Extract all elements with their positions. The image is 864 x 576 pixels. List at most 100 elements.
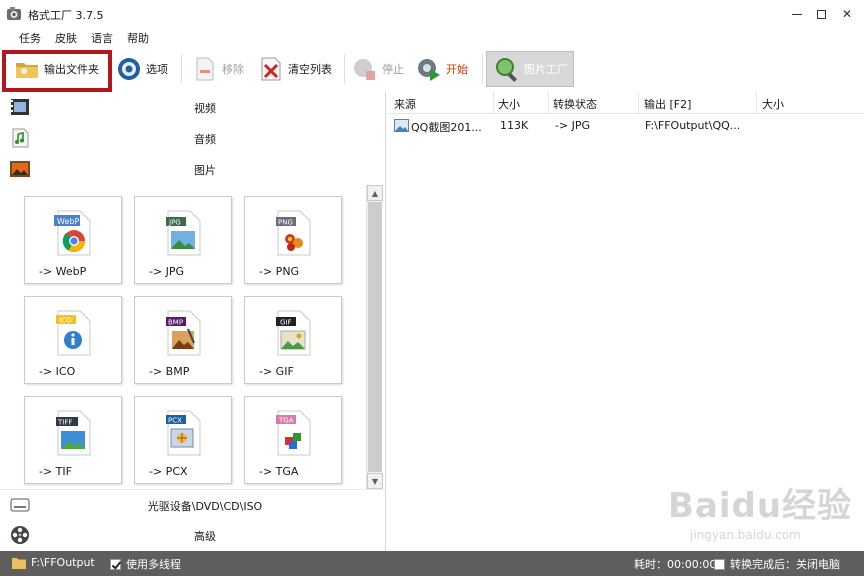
minimize-icon bbox=[792, 13, 802, 15]
column-divider bbox=[638, 92, 639, 114]
options-gear-icon bbox=[118, 58, 140, 80]
menu-skin[interactable]: 皮肤 bbox=[48, 30, 84, 46]
jpg-icon: JPG bbox=[166, 210, 201, 256]
remove-label: 移除 bbox=[222, 63, 244, 76]
format-tga-tile[interactable]: TGA -> TGA bbox=[244, 396, 342, 484]
tif-tag-text: TIFF bbox=[57, 419, 72, 427]
stop-button[interactable]: 停止 bbox=[352, 53, 404, 85]
row-source: QQ截图201... bbox=[411, 121, 482, 134]
category-video[interactable]: 视频 bbox=[0, 92, 386, 123]
stop-icon bbox=[354, 59, 375, 80]
category-audio-label: 音频 bbox=[194, 133, 216, 146]
clear-list-button[interactable]: 清空列表 bbox=[258, 53, 332, 85]
output-path-text: F:\FFOutput bbox=[31, 556, 95, 569]
column-output-size[interactable]: 大小 bbox=[762, 96, 784, 112]
output-path-link[interactable]: F:\FFOutput bbox=[12, 556, 95, 569]
category-advanced[interactable]: 高级 bbox=[0, 520, 386, 551]
pcx-icon: PCX bbox=[166, 410, 201, 456]
elapsed-time: 耗时：00:00:00 bbox=[634, 556, 716, 572]
menu-help[interactable]: 帮助 bbox=[120, 30, 156, 46]
remove-file-icon bbox=[196, 57, 214, 81]
image-file-icon bbox=[394, 119, 409, 132]
after-done-checkbox[interactable]: 转换完成后：关闭电脑 bbox=[714, 556, 840, 572]
output-folder-icon bbox=[12, 557, 26, 569]
gif-icon: GIF bbox=[276, 310, 311, 356]
format-tga-label: -> TGA bbox=[259, 465, 299, 478]
category-optical-label: 光驱设备\DVD\CD\ISO bbox=[147, 500, 263, 513]
task-list: 来源 大小 转换状态 输出 [F2] 大小 QQ截图201... 113K ->… bbox=[388, 92, 864, 551]
elapsed-time-text: 耗时：00:00:00 bbox=[634, 558, 717, 571]
after-done-label: 转换完成后：关闭电脑 bbox=[730, 558, 840, 571]
status-bar: F:\FFOutput 使用多线程 耗时：00:00:00 转换完成后：关闭电脑 bbox=[0, 551, 864, 576]
column-divider bbox=[493, 92, 494, 114]
bmp-icon: BMP bbox=[166, 310, 201, 356]
row-output: F:\FFOutput\QQ... bbox=[645, 119, 741, 132]
tga-tag-text: TGA bbox=[278, 417, 294, 425]
watermark-url: jingyan.baidu.com bbox=[690, 528, 801, 542]
column-divider bbox=[548, 92, 549, 114]
menu-task[interactable]: 任务 bbox=[12, 30, 48, 46]
webp-icon: WebP bbox=[54, 210, 91, 256]
options-button[interactable]: 选项 bbox=[116, 53, 168, 85]
scroll-down-icon[interactable]: ▼ bbox=[367, 473, 383, 489]
after-done-check-icon[interactable] bbox=[714, 558, 725, 570]
task-list-header: 来源 大小 转换状态 输出 [F2] 大小 bbox=[388, 92, 864, 114]
column-source[interactable]: 来源 bbox=[394, 96, 416, 112]
category-optical[interactable]: 光驱设备\DVD\CD\ISO bbox=[0, 489, 386, 520]
menu-bar: 任务 皮肤 语言 帮助 bbox=[0, 28, 864, 48]
webp-tag-text: WebP bbox=[57, 217, 79, 226]
app-icon bbox=[7, 7, 21, 20]
png-icon: PNG bbox=[276, 210, 311, 256]
category-audio[interactable]: 音频 bbox=[0, 123, 386, 154]
watermark-text: Baidu经验 bbox=[668, 486, 853, 526]
format-gif-tile[interactable]: GIF -> GIF bbox=[244, 296, 342, 384]
start-icon bbox=[418, 59, 440, 81]
format-webp-tile[interactable]: WebP -> WebP bbox=[24, 196, 122, 284]
format-bmp-tile[interactable]: BMP -> BMP bbox=[134, 296, 232, 384]
baidu-watermark: Baidu经验 jingyan.baidu.com bbox=[668, 478, 858, 548]
close-button[interactable]: ✕ bbox=[832, 4, 862, 24]
toolbar-divider bbox=[482, 54, 483, 84]
category-video-label: 视频 bbox=[194, 102, 216, 115]
annotation-highlight-box bbox=[2, 50, 112, 92]
format-ico-tile[interactable]: ICO -> ICO bbox=[24, 296, 122, 384]
toolbar-divider bbox=[344, 54, 345, 84]
clear-list-icon bbox=[261, 57, 281, 81]
maximize-icon bbox=[816, 9, 826, 19]
scroll-up-icon[interactable]: ▲ bbox=[367, 185, 383, 201]
format-scrollbar[interactable]: ▲ ▼ bbox=[366, 185, 383, 489]
column-output[interactable]: 输出 [F2] bbox=[644, 96, 691, 112]
multithread-checkbox[interactable]: 使用多线程 bbox=[110, 556, 181, 572]
format-tif-tile[interactable]: TIFF -> TIF bbox=[24, 396, 122, 484]
ico-icon: ICO bbox=[56, 310, 91, 356]
remove-button[interactable]: 移除 bbox=[192, 53, 244, 85]
format-png-label: -> PNG bbox=[259, 265, 300, 278]
column-divider bbox=[756, 92, 757, 114]
category-image[interactable]: 图片 bbox=[0, 154, 386, 185]
format-jpg-tile[interactable]: JPG -> JPG bbox=[134, 196, 232, 284]
row-size: 113K bbox=[500, 119, 529, 132]
format-pcx-tile[interactable]: PCX -> PCX bbox=[134, 396, 232, 484]
multithread-label: 使用多线程 bbox=[126, 558, 181, 571]
format-png-tile[interactable]: PNG -> PNG bbox=[244, 196, 342, 284]
tga-icon: TGA bbox=[276, 410, 311, 456]
scrollbar-thumb[interactable] bbox=[368, 202, 382, 472]
column-size[interactable]: 大小 bbox=[498, 96, 520, 112]
format-webp-label: -> WebP bbox=[39, 265, 87, 278]
bmp-tag-text: BMP bbox=[168, 319, 183, 327]
image-factory-button[interactable]: 图片工厂 bbox=[494, 53, 568, 85]
close-icon: ✕ bbox=[841, 7, 853, 21]
clear-list-label: 清空列表 bbox=[288, 63, 332, 76]
image-factory-label: 图片工厂 bbox=[524, 63, 568, 76]
left-panel: 视频 音频 图片 WebP -> WebP JPG -> JPG PNG -> … bbox=[0, 92, 386, 551]
table-row[interactable]: QQ截图201... 113K -> JPG F:\FFOutput\QQ... bbox=[388, 116, 864, 136]
format-tif-label: -> TIF bbox=[39, 465, 72, 478]
column-status[interactable]: 转换状态 bbox=[553, 96, 597, 112]
tif-icon: TIFF bbox=[56, 410, 91, 456]
start-button[interactable]: 开始 bbox=[416, 53, 468, 85]
multithread-check-icon[interactable] bbox=[110, 558, 121, 570]
png-tag-text: PNG bbox=[278, 219, 293, 227]
toolbar-divider bbox=[181, 54, 182, 84]
menu-language[interactable]: 语言 bbox=[84, 30, 120, 46]
format-bmp-label: -> BMP bbox=[149, 365, 190, 378]
